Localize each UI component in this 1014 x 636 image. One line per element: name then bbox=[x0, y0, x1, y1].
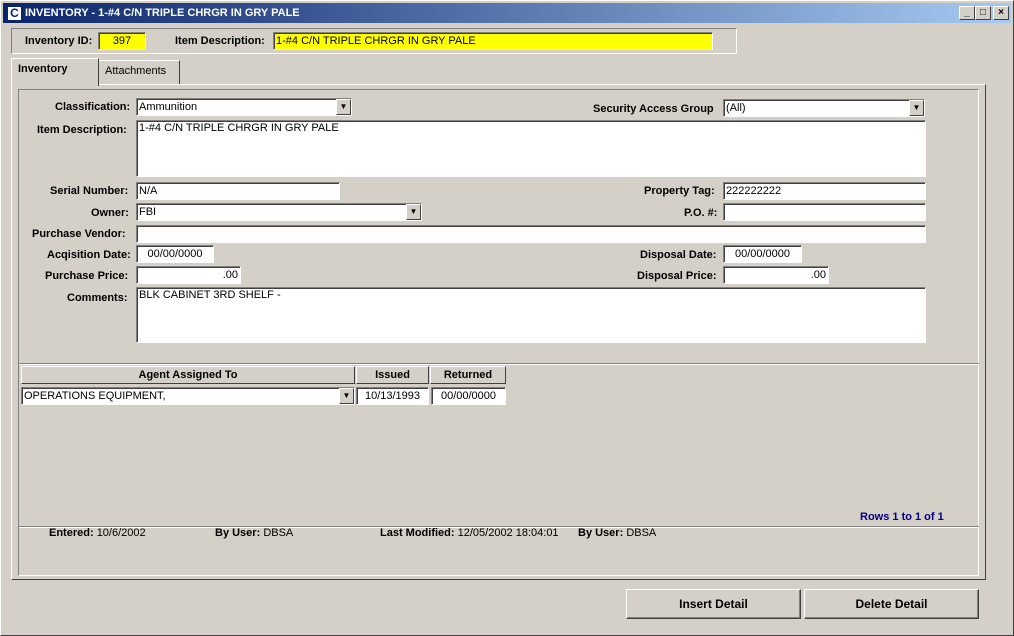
comments-label: Comments: bbox=[67, 292, 128, 304]
agent-value: OPERATIONS EQUIPMENT, bbox=[24, 390, 166, 402]
modified-by-user-value: DBSA bbox=[626, 527, 657, 539]
security-group-dropdown[interactable]: (All) ▼ bbox=[723, 99, 925, 117]
disposal-date-label: Disposal Date: bbox=[640, 249, 717, 261]
classification-dropdown[interactable]: Ammunition ▼ bbox=[136, 98, 352, 116]
maximize-button[interactable]: □ bbox=[975, 6, 991, 20]
entered-info: Entered: 10/6/2002 bbox=[49, 527, 146, 539]
minimize-icon: _ bbox=[964, 7, 970, 18]
maximize-icon: □ bbox=[979, 7, 987, 18]
disposal-price-field[interactable]: .00 bbox=[723, 266, 829, 284]
property-tag-field[interactable]: 222222222 bbox=[723, 182, 926, 200]
owner-value: FBI bbox=[139, 206, 157, 218]
column-header-returned[interactable]: Returned bbox=[430, 366, 506, 384]
last-modified-label: Last Modified: bbox=[380, 527, 455, 539]
purchase-price-field[interactable]: .00 bbox=[136, 266, 241, 284]
chevron-down-icon[interactable]: ▼ bbox=[336, 99, 351, 115]
owner-dropdown[interactable]: FBI ▼ bbox=[136, 203, 422, 221]
by-user-value: DBSA bbox=[263, 527, 294, 539]
chevron-down-icon[interactable]: ▼ bbox=[339, 388, 354, 404]
inventory-id-label: Inventory ID: bbox=[25, 35, 93, 47]
disposal-price-label: Disposal Price: bbox=[637, 270, 717, 282]
modified-by-user-label: By User: bbox=[578, 527, 624, 539]
header-item-description-label: Item Description: bbox=[175, 35, 265, 47]
chevron-down-icon[interactable]: ▼ bbox=[406, 204, 421, 220]
entered-value: 10/6/2002 bbox=[96, 527, 146, 539]
classification-value: Ammunition bbox=[139, 101, 198, 113]
inventory-id-field[interactable]: 397 bbox=[98, 32, 146, 50]
acquisition-date-field[interactable]: 00/00/0000 bbox=[136, 245, 214, 263]
inventory-window: C INVENTORY - 1-#4 C/N TRIPLE CHRGR IN G… bbox=[0, 0, 1014, 636]
close-button[interactable]: × bbox=[993, 6, 1009, 20]
security-group-value: (All) bbox=[726, 102, 746, 114]
insert-detail-button[interactable]: Insert Detail bbox=[626, 589, 801, 619]
last-modified-value: 12/05/2002 18:04:01 bbox=[457, 527, 559, 539]
po-field[interactable] bbox=[723, 203, 926, 221]
column-header-agent[interactable]: Agent Assigned To bbox=[21, 366, 355, 384]
serial-number-label: Serial Number: bbox=[50, 185, 129, 197]
entered-label: Entered: bbox=[49, 527, 94, 539]
delete-detail-button[interactable]: Delete Detail bbox=[804, 589, 979, 619]
title-bar[interactable]: C INVENTORY - 1-#4 C/N TRIPLE CHRGR IN G… bbox=[3, 3, 1011, 23]
security-group-label: Security Access Group bbox=[593, 103, 714, 115]
minimize-button[interactable]: _ bbox=[959, 6, 975, 20]
purchase-vendor-label: Purchase Vendor: bbox=[32, 228, 126, 240]
returned-date-field[interactable]: 00/00/0000 bbox=[431, 387, 506, 405]
app-icon[interactable]: C bbox=[7, 6, 22, 21]
header-item-description-field[interactable]: 1-#4 C/N TRIPLE CHRGR IN GRY PALE bbox=[273, 32, 713, 50]
property-tag-label: Property Tag: bbox=[644, 185, 715, 197]
purchase-price-label: Purchase Price: bbox=[45, 270, 129, 282]
divider bbox=[19, 363, 979, 365]
column-header-issued[interactable]: Issued bbox=[356, 366, 429, 384]
owner-label: Owner: bbox=[91, 207, 129, 219]
item-description-textarea[interactable]: 1-#4 C/N TRIPLE CHRGR IN GRY PALE bbox=[136, 120, 926, 177]
rows-status: Rows 1 to 1 of 1 bbox=[860, 511, 944, 523]
po-label: P.O. #: bbox=[684, 207, 718, 219]
by-user-label: By User: bbox=[215, 527, 261, 539]
acquisition-date-label: Acqisition Date: bbox=[47, 249, 131, 261]
comments-textarea[interactable]: BLK CABINET 3RD SHELF - bbox=[136, 287, 926, 343]
chevron-down-icon[interactable]: ▼ bbox=[909, 100, 924, 116]
modified-by-user-info: By User: DBSA bbox=[578, 527, 656, 539]
close-icon: × bbox=[998, 7, 1004, 18]
item-description-label: Item Description: bbox=[37, 124, 127, 136]
classification-label: Classification: bbox=[55, 101, 131, 113]
issued-date-field[interactable]: 10/13/1993 bbox=[356, 387, 429, 405]
last-modified-info: Last Modified: 12/05/2002 18:04:01 bbox=[380, 527, 559, 539]
tab-attachments[interactable]: Attachments bbox=[98, 60, 180, 84]
by-user-info: By User: DBSA bbox=[215, 527, 293, 539]
purchase-vendor-field[interactable] bbox=[136, 225, 926, 243]
window-title: INVENTORY - 1-#4 C/N TRIPLE CHRGR IN GRY… bbox=[25, 7, 300, 19]
agent-dropdown[interactable]: OPERATIONS EQUIPMENT, ▼ bbox=[21, 387, 355, 405]
disposal-date-field[interactable]: 00/00/0000 bbox=[723, 245, 802, 263]
tab-inventory[interactable]: Inventory bbox=[11, 58, 99, 86]
serial-number-field[interactable]: N/A bbox=[136, 182, 340, 200]
